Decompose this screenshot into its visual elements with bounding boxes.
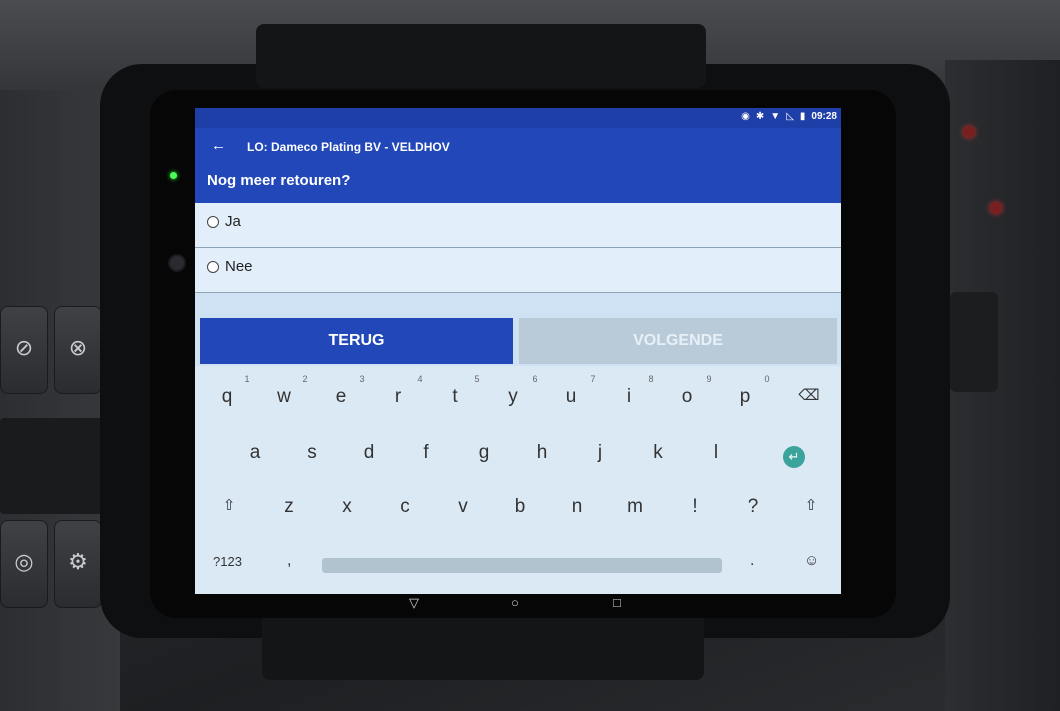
key-f[interactable]: f	[406, 442, 446, 464]
key-i[interactable]: i	[609, 386, 649, 408]
shift-icon[interactable]: ⇧	[209, 496, 249, 514]
key-j[interactable]: j	[580, 442, 620, 464]
key-x[interactable]: x	[327, 496, 367, 518]
nav-recents-icon[interactable]: □	[613, 595, 621, 610]
key-hint: 7	[590, 374, 596, 384]
shift-icon[interactable]: ⇧	[791, 496, 831, 514]
nav-home-icon[interactable]: ○	[511, 595, 519, 610]
key-hint: 9	[706, 374, 712, 384]
key-hint: 4	[417, 374, 423, 384]
location-icon: ◉	[741, 111, 750, 122]
key-s[interactable]: s	[292, 442, 332, 464]
key-r[interactable]: r	[378, 386, 418, 408]
key-l[interactable]: l	[696, 442, 736, 464]
key-hint: 2	[302, 374, 308, 384]
option-nee[interactable]: Nee	[195, 248, 841, 293]
key-hint: 0	[764, 374, 770, 384]
backspace-icon[interactable]: ⌫	[789, 386, 829, 404]
key-b[interactable]: b	[500, 496, 540, 518]
dashboard-button: ⚙	[54, 520, 102, 608]
key-m[interactable]: m	[615, 496, 655, 518]
option-label: Ja	[225, 213, 241, 230]
wifi-icon: ▼	[770, 111, 781, 122]
back-arrow-icon[interactable]: ←	[211, 137, 226, 154]
cradle-clamp	[950, 292, 998, 392]
battery-icon: ▮	[799, 111, 806, 122]
key-w[interactable]: w	[264, 386, 304, 408]
key-d[interactable]: d	[349, 442, 389, 464]
option-ja[interactable]: Ja	[195, 203, 841, 248]
key-k[interactable]: k	[638, 442, 678, 464]
bluetooth-icon: ✱	[755, 111, 765, 122]
key-e[interactable]: e	[321, 386, 361, 408]
key-p[interactable]: p	[725, 386, 765, 408]
nav-back-icon[interactable]: ▽	[409, 595, 419, 611]
dashboard-button: ⊘	[0, 306, 48, 394]
status-bar: ◉ ✱ ▼ ◺ ▮ 09:28	[195, 108, 841, 128]
comma-key[interactable]: ,	[287, 552, 291, 570]
key-hint: 8	[648, 374, 654, 384]
cradle-clamp-top	[256, 24, 706, 88]
signal-icon: ◺	[786, 111, 794, 122]
front-camera	[168, 254, 186, 272]
enter-icon[interactable]: ↵	[783, 446, 805, 468]
key-a[interactable]: a	[235, 442, 275, 464]
key-question[interactable]: ?	[733, 496, 773, 518]
key-n[interactable]: n	[557, 496, 597, 518]
android-nav-bar: ▽ ○ □	[195, 594, 841, 616]
back-button[interactable]: TERUG	[200, 318, 513, 364]
emoji-icon[interactable]: ☺	[804, 552, 819, 569]
key-o[interactable]: o	[667, 386, 707, 408]
key-v[interactable]: v	[443, 496, 483, 518]
key-hint: 3	[359, 374, 365, 384]
cradle-clamp-bottom	[262, 612, 704, 680]
radio-button[interactable]	[207, 261, 219, 273]
clock: 09:28	[811, 111, 837, 122]
period-key[interactable]: .	[750, 552, 754, 570]
dashboard-button: ⊗	[54, 306, 102, 394]
indicator-light	[990, 202, 1002, 214]
key-u[interactable]: u	[551, 386, 591, 408]
key-hint: 5	[474, 374, 480, 384]
onscreen-keyboard: 1 2 3 4 5 6 7 8 9 0 q w e r t y u i o p …	[195, 366, 841, 594]
indicator-light	[963, 126, 975, 138]
key-h[interactable]: h	[522, 442, 562, 464]
key-y[interactable]: y	[493, 386, 533, 408]
option-label: Nee	[225, 258, 253, 275]
key-z[interactable]: z	[269, 496, 309, 518]
app-bar: ← LO: Dameco Plating BV - VELDHOV Nog me…	[195, 128, 841, 203]
symbols-key[interactable]: ?123	[213, 554, 242, 569]
status-led	[170, 172, 177, 179]
spacebar[interactable]	[322, 558, 722, 573]
key-hint: 1	[244, 374, 250, 384]
app-title: LO: Dameco Plating BV - VELDHOV	[247, 140, 450, 154]
key-t[interactable]: t	[435, 386, 475, 408]
key-c[interactable]: c	[385, 496, 425, 518]
dashboard-button: ◎	[0, 520, 48, 608]
tablet-screen: ◉ ✱ ▼ ◺ ▮ 09:28 ← LO: Dameco Plating BV …	[195, 108, 841, 594]
key-g[interactable]: g	[464, 442, 504, 464]
radio-button[interactable]	[207, 216, 219, 228]
next-button[interactable]: VOLGENDE	[519, 318, 837, 364]
key-q[interactable]: q	[207, 386, 247, 408]
page-title: Nog meer retouren?	[207, 172, 351, 189]
key-hint: 6	[532, 374, 538, 384]
key-exclamation[interactable]: !	[675, 496, 715, 518]
